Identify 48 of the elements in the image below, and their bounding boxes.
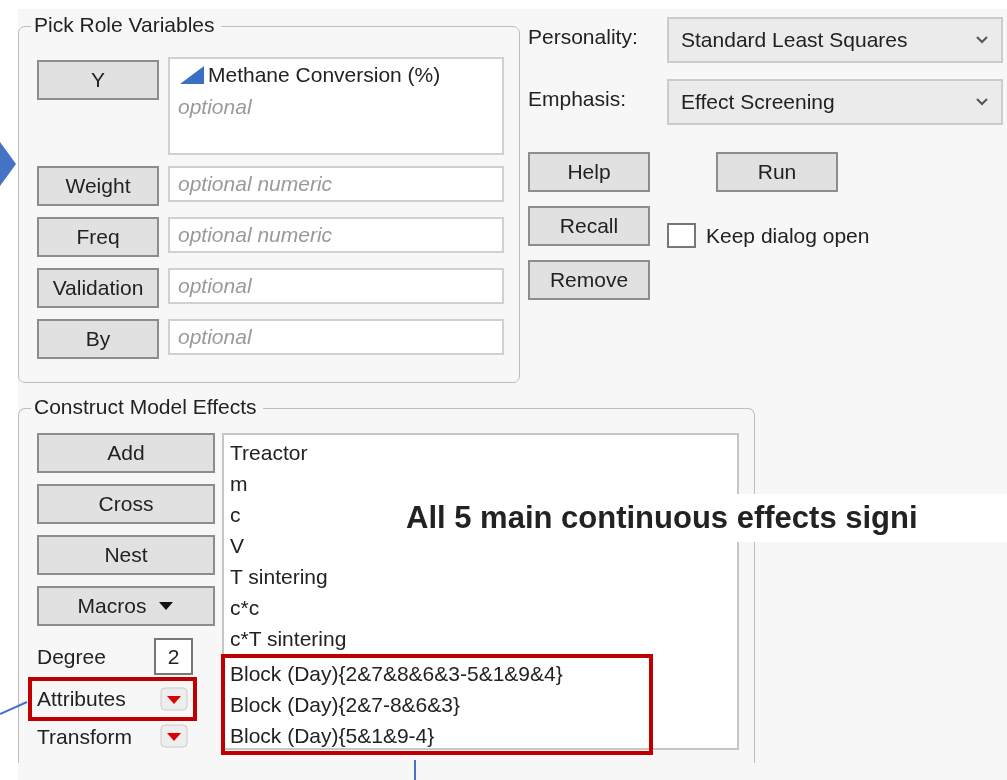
field-label: Degree: [37, 643, 107, 670]
role-field[interactable]: Methane Conversion (%) optional: [168, 57, 504, 155]
effect-button[interactable]: Add: [37, 433, 215, 473]
role-button[interactable]: Y: [37, 60, 159, 100]
effect-item[interactable]: c*c: [230, 592, 260, 623]
effect-button[interactable]: Cross: [37, 484, 215, 524]
recall-button[interactable]: Recall: [528, 206, 650, 246]
leader-line: [0, 701, 28, 715]
transform-label: Transform: [37, 723, 133, 750]
dropdown-icon[interactable]: [160, 686, 188, 711]
personality-dropdown[interactable]: Standard Least Squares: [667, 17, 1003, 63]
remove-button[interactable]: Remove: [528, 260, 650, 300]
degree-field[interactable]: 2: [154, 638, 193, 675]
effect-item[interactable]: Block (Day){5&1&9-4}: [230, 720, 435, 751]
run-button[interactable]: Run: [716, 152, 838, 192]
checkbox[interactable]: [667, 223, 696, 249]
placeholder-text: optional: [178, 273, 253, 299]
role-button[interactable]: Validation: [37, 268, 159, 308]
effect-item[interactable]: Block (Day){2&7-8&6&3}: [230, 689, 460, 720]
role-button[interactable]: By: [37, 319, 159, 359]
arrow-icon: [0, 142, 16, 186]
chevron-icon: [975, 97, 989, 107]
placeholder-text: optional: [178, 94, 253, 120]
help-button[interactable]: Help: [528, 152, 650, 192]
role-button[interactable]: Freq: [37, 217, 159, 257]
effect-item[interactable]: T sintering: [230, 561, 328, 592]
caret-icon: [158, 601, 175, 611]
field-label: Personality:: [528, 24, 639, 50]
effect-item[interactable]: Treactor: [230, 437, 308, 468]
placeholder-text: optional: [178, 324, 253, 350]
macros-menu-button[interactable]: Macros: [37, 586, 215, 626]
effect-item[interactable]: V: [230, 530, 244, 561]
placeholder-text: optional numeric: [178, 222, 334, 248]
leader-line: [414, 759, 416, 780]
effect-item[interactable]: Block (Day){2&7&8&6&3-5&1&9&4}: [230, 658, 563, 689]
effect-item[interactable]: c*T sintering: [230, 623, 347, 654]
attributes-label: Attributes: [37, 686, 127, 712]
checkbox-label: Keep dialog open: [706, 223, 870, 249]
emphasis-dropdown[interactable]: Effect Screening: [667, 79, 1003, 125]
role-button[interactable]: Weight: [37, 166, 159, 206]
dropdown-icon[interactable]: [160, 724, 188, 749]
chevron-icon: [975, 35, 989, 45]
effect-item[interactable]: m: [230, 468, 248, 499]
effect-button[interactable]: Nest: [37, 535, 215, 575]
placeholder-text: optional numeric: [178, 171, 334, 197]
variable-name[interactable]: Methane Conversion (%): [208, 59, 441, 91]
field-label: Emphasis:: [528, 86, 628, 112]
effect-item[interactable]: c: [230, 499, 241, 530]
